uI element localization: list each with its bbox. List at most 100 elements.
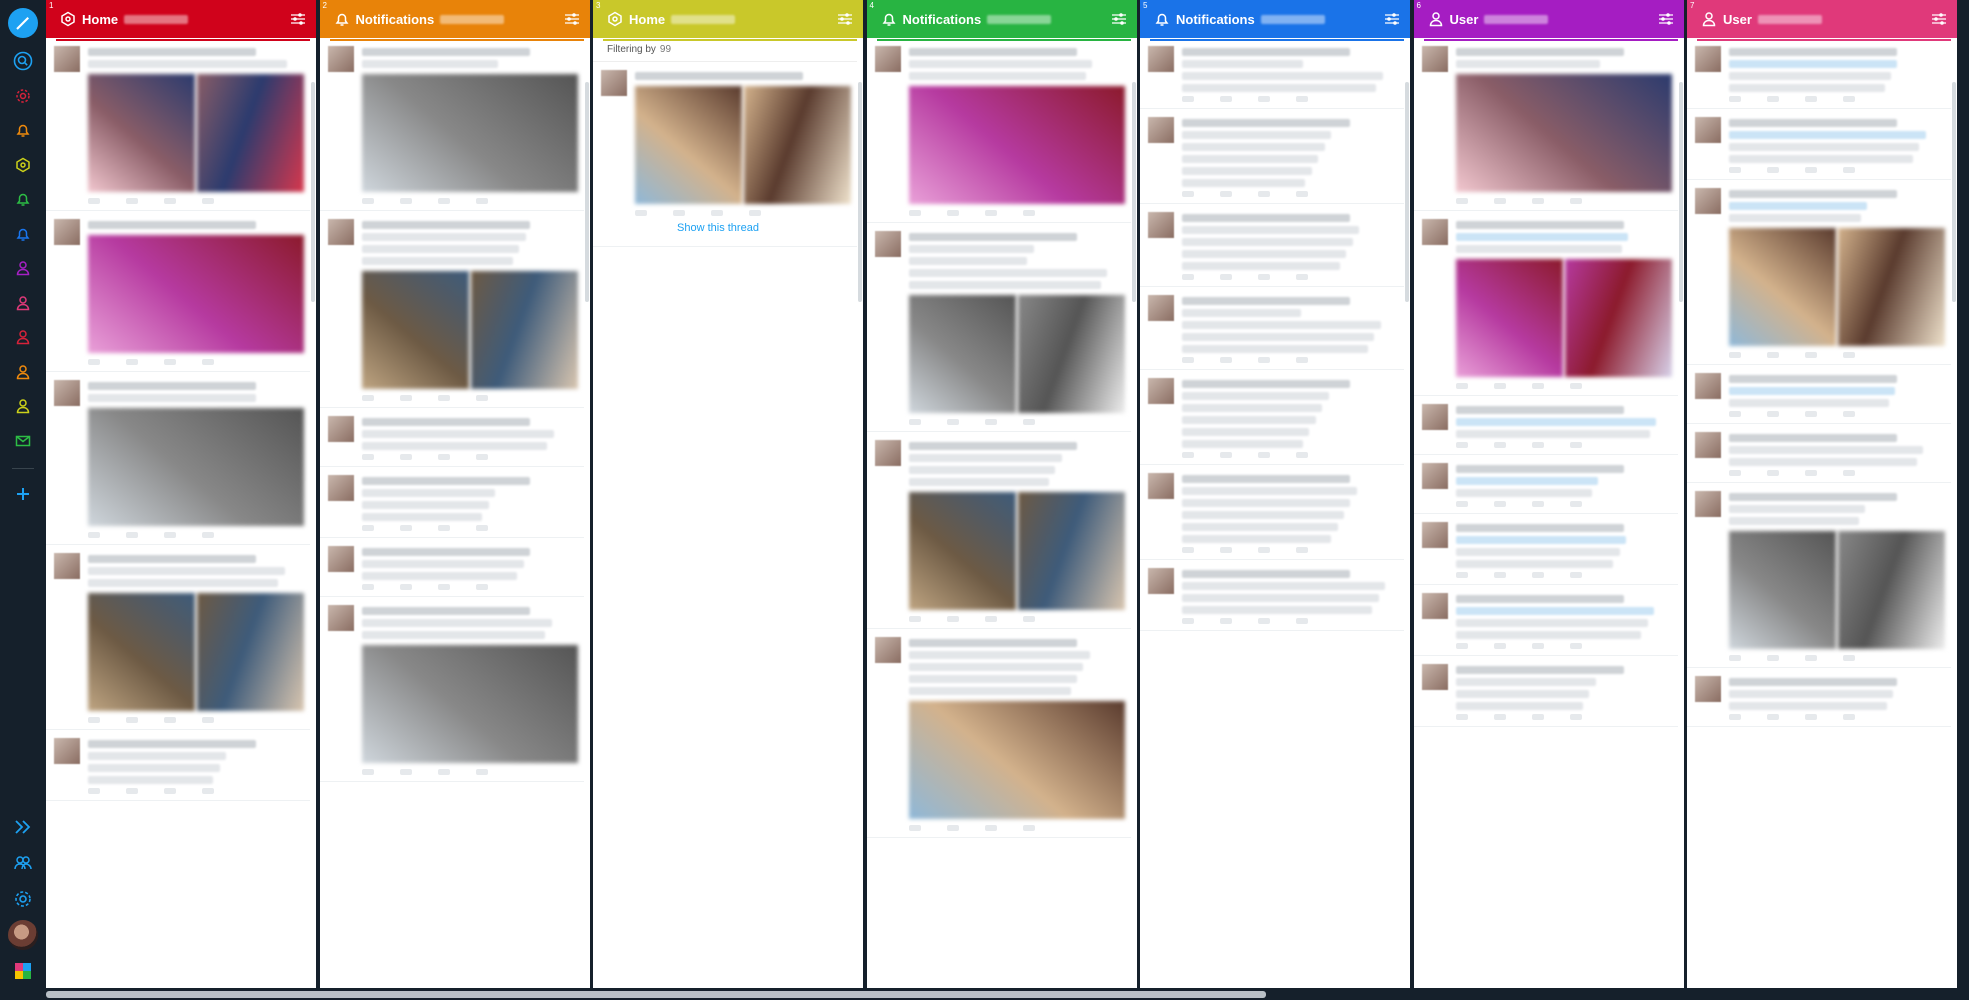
tweet-avatar[interactable] xyxy=(1148,212,1174,238)
reply-icon[interactable] xyxy=(635,210,647,216)
like-icon[interactable] xyxy=(711,210,723,216)
retweet-icon[interactable] xyxy=(1220,96,1232,102)
tweet[interactable] xyxy=(1413,38,1678,211)
tweet[interactable] xyxy=(1413,455,1678,514)
like-icon[interactable] xyxy=(164,788,176,794)
like-icon[interactable] xyxy=(984,419,997,425)
column-settings-button[interactable] xyxy=(1110,10,1128,28)
tweet-avatar[interactable] xyxy=(54,46,80,72)
like-icon[interactable] xyxy=(1258,618,1270,624)
reply-icon[interactable] xyxy=(361,395,374,401)
tweet-avatar[interactable] xyxy=(327,219,354,245)
tweet-media[interactable] xyxy=(908,701,1125,819)
tweet-media[interactable] xyxy=(908,295,1125,413)
more-icon[interactable] xyxy=(1843,655,1855,661)
like-icon[interactable] xyxy=(437,584,450,590)
retweet-icon[interactable] xyxy=(1493,501,1506,507)
retweet-icon[interactable] xyxy=(1493,442,1506,448)
sidebar-item-user-9[interactable] xyxy=(8,322,38,352)
reply-icon[interactable] xyxy=(1182,96,1194,102)
tweet-avatar[interactable] xyxy=(601,70,627,96)
tweet[interactable] xyxy=(1413,396,1678,455)
tweet-media[interactable] xyxy=(88,408,304,526)
column-timeline[interactable] xyxy=(866,38,1137,988)
reply-icon[interactable] xyxy=(1729,655,1741,661)
like-icon[interactable] xyxy=(1258,274,1270,280)
reply-icon[interactable] xyxy=(1182,452,1194,458)
reply-icon[interactable] xyxy=(1182,357,1194,363)
like-icon[interactable] xyxy=(1258,547,1270,553)
like-icon[interactable] xyxy=(437,769,450,775)
tweet-media-image[interactable] xyxy=(1729,531,1836,649)
tweet[interactable] xyxy=(866,432,1131,629)
tweet-media-image[interactable] xyxy=(88,408,304,526)
tweet[interactable] xyxy=(1413,656,1678,727)
sidebar-item-bell-5[interactable] xyxy=(8,184,38,214)
more-icon[interactable] xyxy=(475,525,488,531)
tweet[interactable] xyxy=(1687,38,1951,109)
sidebar-item-bell-3[interactable] xyxy=(8,115,38,145)
reply-icon[interactable] xyxy=(1455,198,1468,204)
tweet-avatar[interactable] xyxy=(874,637,901,663)
tweet-media[interactable] xyxy=(88,593,304,711)
more-icon[interactable] xyxy=(202,532,214,538)
column-scrollbar[interactable] xyxy=(1678,82,1683,302)
like-icon[interactable] xyxy=(1258,191,1270,197)
expand-sidebar-button[interactable] xyxy=(8,812,38,842)
profile-avatar-button[interactable] xyxy=(8,920,38,950)
tweet[interactable] xyxy=(866,629,1131,838)
retweet-icon[interactable] xyxy=(1767,352,1779,358)
tweet-media-image[interactable] xyxy=(1838,228,1945,346)
tweet-avatar[interactable] xyxy=(1695,373,1721,399)
like-icon[interactable] xyxy=(1805,411,1817,417)
like-icon[interactable] xyxy=(437,454,450,460)
retweet-icon[interactable] xyxy=(673,210,685,216)
more-icon[interactable] xyxy=(1569,572,1582,578)
tweet-media-image[interactable] xyxy=(197,74,304,192)
tweet-media-image[interactable] xyxy=(1455,259,1563,377)
retweet-icon[interactable] xyxy=(1220,547,1232,553)
like-icon[interactable] xyxy=(164,198,176,204)
reply-icon[interactable] xyxy=(1455,442,1468,448)
retweet-icon[interactable] xyxy=(1767,167,1779,173)
tweet-media-image[interactable] xyxy=(908,295,1016,413)
reply-icon[interactable] xyxy=(1182,274,1194,280)
more-icon[interactable] xyxy=(1022,825,1035,831)
tweet-media-image[interactable] xyxy=(744,86,851,204)
sidebar-item-home-4[interactable] xyxy=(8,150,38,180)
like-icon[interactable] xyxy=(1805,352,1817,358)
column-scrollbar[interactable] xyxy=(1131,82,1136,302)
tweet-avatar[interactable] xyxy=(1421,219,1448,245)
like-icon[interactable] xyxy=(1531,442,1544,448)
retweet-icon[interactable] xyxy=(1767,470,1779,476)
tweet-media[interactable] xyxy=(361,271,578,389)
column-timeline[interactable] xyxy=(1140,38,1410,988)
more-icon[interactable] xyxy=(1843,167,1855,173)
column-timeline[interactable] xyxy=(1687,38,1957,988)
tweet-media-image[interactable] xyxy=(635,86,742,204)
retweet-icon[interactable] xyxy=(1767,655,1779,661)
more-icon[interactable] xyxy=(1569,383,1582,389)
tweet-media[interactable] xyxy=(1455,74,1672,192)
reply-icon[interactable] xyxy=(88,788,100,794)
tweet-avatar[interactable] xyxy=(1421,404,1448,430)
retweet-icon[interactable] xyxy=(1220,618,1232,624)
reply-icon[interactable] xyxy=(361,525,374,531)
tweet[interactable] xyxy=(319,408,584,467)
more-icon[interactable] xyxy=(1569,714,1582,720)
tweet[interactable] xyxy=(1687,109,1951,180)
retweet-icon[interactable] xyxy=(399,525,412,531)
more-icon[interactable] xyxy=(1022,419,1035,425)
tweet-media-image[interactable] xyxy=(361,645,578,763)
column-scrollbar[interactable] xyxy=(858,82,862,302)
reply-icon[interactable] xyxy=(1729,96,1741,102)
more-icon[interactable] xyxy=(202,198,214,204)
tweet-avatar[interactable] xyxy=(327,46,354,72)
column-header[interactable]: 6 User xyxy=(1413,0,1684,38)
tweet-avatar[interactable] xyxy=(54,553,80,579)
reply-icon[interactable] xyxy=(1455,501,1468,507)
more-icon[interactable] xyxy=(475,584,488,590)
tweet-media[interactable] xyxy=(635,86,851,204)
add-column-button[interactable] xyxy=(8,479,38,509)
like-icon[interactable] xyxy=(984,616,997,622)
